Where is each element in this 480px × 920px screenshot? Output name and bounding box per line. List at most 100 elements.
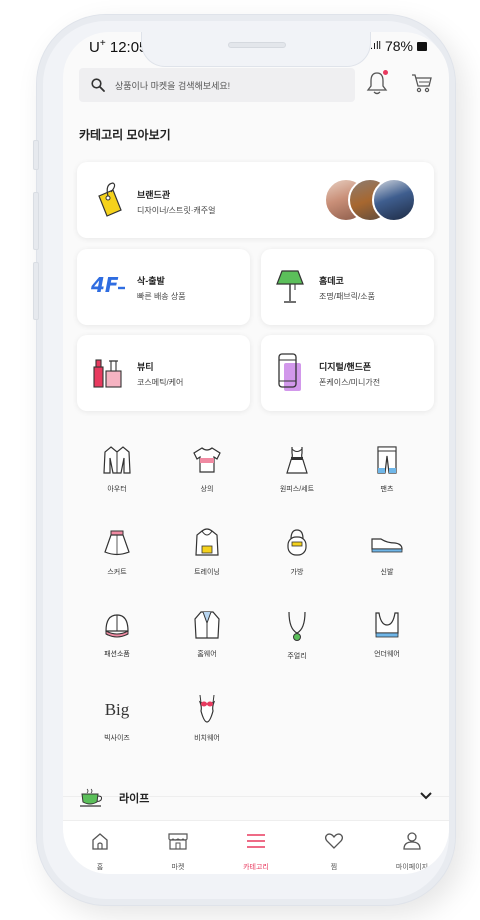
battery-icon — [417, 41, 427, 51]
category-top[interactable]: 상의 — [167, 444, 247, 494]
home-deco-card[interactable]: 홈데코 조명/패브릭/소품 — [261, 249, 434, 325]
category-label: 팬츠 — [380, 486, 394, 493]
tab-label: 홈 — [96, 864, 104, 871]
cup-icon — [80, 788, 103, 807]
phone-volume-up — [33, 192, 39, 250]
underwear-icon — [375, 612, 399, 638]
pants-icon — [377, 446, 397, 474]
category-underwear[interactable]: 언더웨어 — [347, 609, 427, 659]
hoodie-icon — [195, 528, 219, 556]
search-input[interactable]: 상품이나 마켓을 검색해보세요! — [79, 68, 355, 102]
category-label: 패션소품 — [104, 651, 130, 658]
category-training[interactable]: 트레이닝 — [167, 527, 247, 577]
category-beachwear[interactable]: 비치웨어 — [167, 693, 247, 743]
category-label: 트레이닝 — [194, 569, 220, 576]
dress-icon — [286, 447, 308, 474]
status-time: U+ 12:05 — [89, 38, 148, 56]
category-label: 주얼리 — [287, 653, 307, 660]
card-subtitle: 코스메틱/케어 — [137, 378, 184, 387]
card-title: 디지털/핸드폰 — [319, 362, 372, 372]
category-shoes[interactable]: 신발 — [347, 527, 427, 577]
outer-icon — [103, 446, 131, 474]
category-label: 홈웨어 — [197, 651, 217, 658]
page-title: 카테고리 모아보기 — [79, 128, 171, 142]
cart-icon[interactable] — [410, 72, 434, 94]
category-homewear[interactable]: 홈웨어 — [167, 609, 247, 659]
swimwear-icon — [198, 694, 216, 723]
category-jewelry[interactable]: 주얼리 — [257, 609, 337, 661]
brand-card[interactable]: 브랜드관 디자이너/스트릿·캐주얼 — [77, 162, 434, 238]
life-label: 라이프 — [119, 793, 150, 805]
signal-icon: .ıll — [369, 40, 381, 52]
tag-icon — [98, 182, 122, 217]
chevron-down-icon[interactable] — [419, 791, 433, 801]
person-icon — [403, 832, 421, 850]
tab-label: 마이페이지 — [395, 864, 429, 871]
category-label: 빅사이즈 — [104, 735, 130, 742]
tab-home[interactable]: 홈 — [65, 831, 135, 872]
category-accessories[interactable]: 패션소품 — [77, 609, 157, 659]
search-icon — [91, 78, 105, 92]
card-title: 홈데코 — [319, 276, 344, 286]
big-size-icon: Big — [105, 700, 130, 719]
top-bar: 상품이나 마켓을 검색해보세요! — [63, 66, 449, 106]
shoe-icon — [371, 538, 403, 553]
card-subtitle: 조명/패브릭/소품 — [319, 292, 375, 301]
skirt-icon — [104, 530, 130, 556]
tab-label: 카테고리 — [243, 864, 269, 871]
notch — [141, 32, 371, 67]
category-big-size[interactable]: Big 빅사이즈 — [77, 693, 157, 743]
phone-volume-down — [33, 262, 39, 320]
bottom-tab-bar: 홈 마켓 카테고리 찜 마이페이지 — [63, 820, 449, 874]
brand-avatar-3 — [372, 178, 416, 222]
lamp-icon — [276, 270, 304, 303]
speaker — [228, 42, 286, 48]
brand-card-title: 브랜드관 — [137, 190, 171, 200]
tab-mypage[interactable]: 마이페이지 — [377, 831, 447, 872]
beauty-card[interactable]: 뷰티 코스메틱/케어 — [77, 335, 250, 411]
bag-icon — [287, 529, 307, 556]
necklace-icon — [288, 611, 306, 641]
category-skirt[interactable]: 스커트 — [77, 527, 157, 577]
digital-card[interactable]: 디지털/핸드폰 폰케이스/미니가전 — [261, 335, 434, 411]
phone-side-button — [33, 140, 39, 170]
menu-icon — [247, 834, 265, 848]
card-title: 뷰티 — [137, 362, 154, 372]
category-label: 신발 — [380, 569, 394, 576]
screen: U+ 12:05 .ıll 78% 상품이나 마켓을 검색해보세요! 카테고리 … — [63, 32, 449, 874]
tab-wishlist[interactable]: 찜 — [299, 831, 369, 872]
category-label: 비치웨어 — [194, 735, 220, 742]
store-icon — [168, 833, 188, 850]
tab-label: 마켓 — [171, 864, 185, 871]
homewear-icon — [194, 611, 220, 639]
search-placeholder: 상품이나 마켓을 검색해보세요! — [115, 80, 231, 91]
cosmetics-icon — [93, 359, 122, 388]
category-dress[interactable]: 원피스/세트 — [257, 444, 337, 494]
card-subtitle: 빠른 배송 상품 — [137, 292, 186, 301]
top-icon — [193, 447, 221, 473]
tab-label: 찜 — [330, 864, 338, 871]
notification-dot — [383, 70, 388, 75]
category-label: 아우터 — [107, 486, 127, 493]
tab-market[interactable]: 마켓 — [143, 831, 213, 872]
status-indicators: .ıll 78% — [370, 38, 427, 54]
phone-icon — [278, 353, 301, 391]
tab-category[interactable]: 카테고리 — [221, 831, 291, 872]
life-section-row[interactable]: 라이프 — [63, 783, 449, 825]
home-icon — [92, 833, 108, 850]
card-subtitle: 폰케이스/미니가전 — [319, 378, 381, 387]
brand-card-subtitle: 디자이너/스트릿·캐주얼 — [137, 206, 216, 215]
category-label: 상의 — [200, 486, 214, 493]
category-label: 가방 — [290, 569, 304, 576]
card-title: 삭-출발 — [137, 276, 165, 286]
fast-delivery-card[interactable]: 4F 삭-출발 빠른 배송 상품 — [77, 249, 250, 325]
big-size-icon-text: Big — [105, 700, 130, 719]
category-outer[interactable]: 아우터 — [77, 444, 157, 494]
cap-icon — [105, 614, 129, 638]
category-bag[interactable]: 가방 — [257, 527, 337, 577]
battery-percent: 78% — [384, 38, 413, 54]
category-label: 원피스/세트 — [279, 486, 315, 493]
svg-text:4F: 4F — [91, 273, 119, 297]
category-label: 스커트 — [107, 569, 127, 576]
category-pants[interactable]: 팬츠 — [347, 444, 427, 494]
